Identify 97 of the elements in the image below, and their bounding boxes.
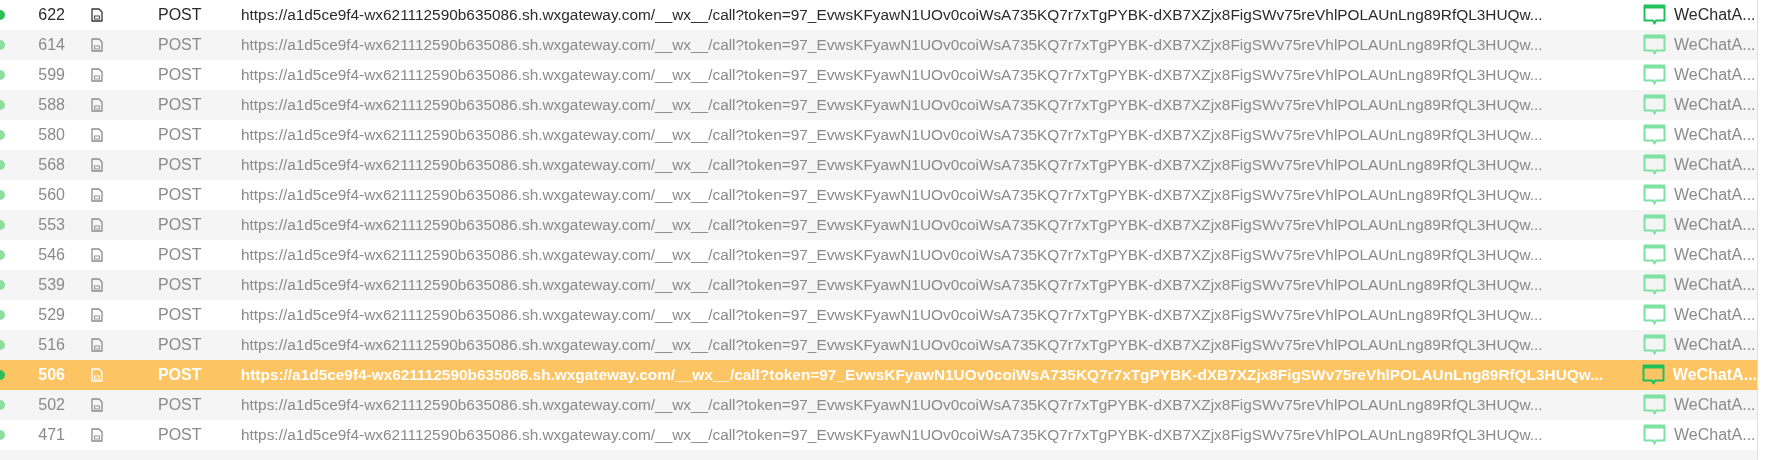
- chat-window-icon: [1643, 244, 1666, 266]
- binary-file-icon: [91, 278, 103, 292]
- chat-window-icon: [1643, 334, 1666, 356]
- request-url: https://a1d5ce9f4-wx621112590b635086.sh.wxgateway.com/__wx__/call?token=97_EvwsKFyawN1UOv0coiWsA735KQ7r7xTgPYBK-dXB7XZjx8FigSWv75reVhlPOLAUnLng89RfQL3HUQw...: [241, 95, 1544, 116]
- request-url: https://a1d5ce9f4-wx621112590b635086.sh.wxgateway.com/__wx__/call?token=97_EvwsKFyawN1UOv0coiWsA735KQ7r7xTgPYBK-dXB7XZjx8FigSWv75reVhlPOLAUnLng89RfQL3HUQw...: [241, 395, 1544, 416]
- binary-file-icon: [91, 158, 103, 172]
- request-method: POST: [158, 275, 203, 295]
- request-method: POST: [158, 425, 203, 445]
- request-row[interactable]: 546 POST https://a1d5ce9f4-wx621112590b635086.sh.wxgateway.com/__wx__/call?token=97_EvwsKFyawN1UOv0coiWsA735KQ7r7xTgPYBK-dXB7XZjx8FigSWv75reVhlPOLAUnLng89RfQL3HUQw... WeChatA...: [0, 240, 1757, 270]
- chat-window-icon: [1643, 394, 1666, 416]
- chat-window-icon: [1643, 64, 1666, 86]
- client-name: WeChatA...: [1674, 35, 1756, 55]
- request-number: 614: [37, 35, 65, 55]
- binary-file-icon: [91, 398, 103, 412]
- request-row[interactable]: 599 POST https://a1d5ce9f4-wx621112590b635086.sh.wxgateway.com/__wx__/call?token=97_EvwsKFyawN1UOv0coiWsA735KQ7r7xTgPYBK-dXB7XZjx8FigSWv75reVhlPOLAUnLng89RfQL3HUQw... WeChatA...: [0, 60, 1757, 90]
- client-name: WeChatA...: [1674, 215, 1756, 235]
- binary-file-icon: [91, 248, 103, 262]
- request-method: POST: [158, 305, 203, 325]
- request-url: https://a1d5ce9f4-wx621112590b635086.sh.wxgateway.com/__wx__/call?token=97_EvwsKFyawN1UOv0coiWsA735KQ7r7xTgPYBK-dXB7XZjx8FigSWv75reVhlPOLAUnLng89RfQL3HUQw...: [241, 5, 1544, 26]
- request-number: 546: [37, 245, 65, 265]
- request-url: https://a1d5ce9f4-wx621112590b635086.sh.wxgateway.com/__wx__/call?token=97_EvwsKFyawN1UOv0coiWsA735KQ7r7xTgPYBK-dXB7XZjx8FigSWv75reVhlPOLAUnLng89RfQL3HUQw...: [241, 65, 1544, 86]
- client-name: WeChatA...: [1674, 65, 1756, 85]
- request-url: https://a1d5ce9f4-wx621112590b635086.sh.wxgateway.com/__wx__/call?token=97_EvwsKFyawN1UOv0coiWsA735KQ7r7xTgPYBK-dXB7XZjx8FigSWv75reVhlPOLAUnLng89RfQL3HUQw...: [241, 335, 1544, 356]
- client-name: WeChatA...: [1674, 335, 1756, 355]
- request-number: 516: [37, 335, 65, 355]
- request-row[interactable]: 471 POST https://a1d5ce9f4-wx621112590b635086.sh.wxgateway.com/__wx__/call?token=97_EvwsKFyawN1UOv0coiWsA735KQ7r7xTgPYBK-dXB7XZjx8FigSWv75reVhlPOLAUnLng89RfQL3HUQw... WeChatA...: [0, 420, 1757, 450]
- request-method: POST: [158, 125, 203, 145]
- request-number: 588: [37, 95, 65, 115]
- chat-window-icon: [1643, 214, 1666, 236]
- binary-file-icon: [91, 128, 103, 142]
- request-number: 502: [37, 395, 65, 415]
- client-name: WeChatA...: [1674, 395, 1756, 415]
- request-method: POST: [158, 95, 203, 115]
- request-number: 568: [37, 155, 65, 175]
- request-method: POST: [158, 5, 203, 25]
- request-row[interactable]: 529 POST https://a1d5ce9f4-wx621112590b635086.sh.wxgateway.com/__wx__/call?token=97_EvwsKFyawN1UOv0coiWsA735KQ7r7xTgPYBK-dXB7XZjx8FigSWv75reVhlPOLAUnLng89RfQL3HUQw... WeChatA...: [0, 300, 1757, 330]
- binary-file-icon: [90, 368, 103, 382]
- request-url: https://a1d5ce9f4-wx621112590b635086.sh.wxgateway.com/__wx__/call?token=97_EvwsKFyawN1UOv0coiWsA735KQ7r7xTgPYBK-dXB7XZjx8FigSWv75reVhlPOLAUnLng89RfQL3HUQw...: [241, 215, 1544, 236]
- request-number: 599: [37, 65, 65, 85]
- chat-window-icon: [1641, 364, 1665, 386]
- request-method: POST: [158, 35, 203, 55]
- client-name: WeChatA...: [1672, 365, 1757, 385]
- binary-file-icon: [91, 338, 103, 352]
- request-method: POST: [158, 155, 203, 175]
- request-url: https://a1d5ce9f4-wx621112590b635086.sh.wxgateway.com/__wx__/call?token=97_EvwsKFyawN1UOv0coiWsA735KQ7r7xTgPYBK-dXB7XZjx8FigSWv75reVhlPOLAUnLng89RfQL3HUQw...: [241, 305, 1544, 326]
- binary-file-icon: [91, 218, 103, 232]
- client-name: WeChatA...: [1674, 245, 1756, 265]
- chat-window-icon: [1643, 304, 1666, 326]
- chat-window-icon: [1643, 4, 1666, 26]
- request-row[interactable]: 622 POST https://a1d5ce9f4-wx621112590b635086.sh.wxgateway.com/__wx__/call?token=97_EvwsKFyawN1UOv0coiWsA735KQ7r7xTgPYBK-dXB7XZjx8FigSWv75reVhlPOLAUnLng89RfQL3HUQw... WeChatA...: [0, 0, 1757, 30]
- request-method: POST: [158, 395, 203, 415]
- request-url: https://a1d5ce9f4-wx621112590b635086.sh.wxgateway.com/__wx__/call?token=97_EvwsKFyawN1UOv0coiWsA735KQ7r7xTgPYBK-dXB7XZjx8FigSWv75reVhlPOLAUnLng89RfQL3HUQw...: [241, 275, 1544, 296]
- chat-window-icon: [1643, 154, 1666, 176]
- request-number: 471: [37, 425, 65, 445]
- binary-file-icon: [91, 428, 103, 442]
- chat-window-icon: [1643, 124, 1666, 146]
- chat-window-icon: [1643, 184, 1666, 206]
- client-name: WeChatA...: [1674, 155, 1756, 175]
- request-row[interactable]: 580 POST https://a1d5ce9f4-wx621112590b635086.sh.wxgateway.com/__wx__/call?token=97_EvwsKFyawN1UOv0coiWsA735KQ7r7xTgPYBK-dXB7XZjx8FigSWv75reVhlPOLAUnLng89RfQL3HUQw... WeChatA...: [0, 120, 1757, 150]
- request-method: POST: [158, 65, 203, 85]
- request-url: https://a1d5ce9f4-wx621112590b635086.sh.wxgateway.com/__wx__/call?token=97_EvwsKFyawN1UOv0coiWsA735KQ7r7xTgPYBK-dXB7XZjx8FigSWv75reVhlPOLAUnLng89RfQL3HUQw...: [241, 185, 1544, 206]
- binary-file-icon: [91, 308, 103, 322]
- chat-window-icon: [1643, 94, 1666, 116]
- request-method: POST: [157, 365, 203, 385]
- request-number: 560: [37, 185, 65, 205]
- request-number: 529: [37, 305, 65, 325]
- request-url: https://a1d5ce9f4-wx621112590b635086.sh.wxgateway.com/__wx__/call?token=97_EvwsKFyawN1UOv0coiWsA735KQ7r7xTgPYBK-dXB7XZjx8FigSWv75reVhlPOLAUnLng89RfQL3HUQw...: [241, 35, 1544, 56]
- binary-file-icon: [91, 188, 103, 202]
- client-name: WeChatA...: [1674, 95, 1756, 115]
- binary-file-icon: [91, 8, 103, 22]
- request-url: https://a1d5ce9f4-wx621112590b635086.sh.wxgateway.com/__wx__/call?token=97_EvwsKFyawN1UOv0coiWsA735KQ7r7xTgPYBK-dXB7XZjx8FigSWv75reVhlPOLAUnLng89RfQL3HUQw...: [241, 425, 1544, 446]
- request-method: POST: [158, 185, 203, 205]
- request-url: https://a1d5ce9f4-wx621112590b635086.sh.wxgateway.com/__wx__/call?token=97_EvwsKFyawN1UOv0coiWsA735KQ7r7xTgPYBK-dXB7XZjx8FigSWv75reVhlPOLAUnLng89RfQL3HUQw...: [241, 125, 1544, 146]
- request-number: 553: [37, 215, 65, 235]
- request-number: 622: [37, 5, 65, 25]
- client-name: WeChatA...: [1674, 425, 1756, 445]
- request-method: POST: [158, 335, 203, 355]
- chat-window-icon: [1643, 424, 1666, 446]
- chat-window-icon: [1643, 274, 1666, 296]
- request-method: POST: [158, 215, 203, 235]
- client-name: WeChatA...: [1674, 305, 1756, 325]
- request-method: POST: [158, 245, 203, 265]
- chat-window-icon: [1643, 34, 1666, 56]
- client-name: WeChatA...: [1674, 125, 1756, 145]
- request-url: https://a1d5ce9f4-wx621112590b635086.sh.wxgateway.com/__wx__/call?token=97_EvwsKFyawN1UOv0coiWsA735KQ7r7xTgPYBK-dXB7XZjx8FigSWv75reVhlPOLAUnLng89RfQL3HUQw...: [241, 245, 1544, 266]
- request-number: 580: [37, 125, 65, 145]
- request-number: 539: [37, 275, 65, 295]
- client-name: WeChatA...: [1674, 5, 1756, 25]
- binary-file-icon: [91, 98, 103, 112]
- request-row[interactable]: 560 POST https://a1d5ce9f4-wx621112590b635086.sh.wxgateway.com/__wx__/call?token=97_EvwsKFyawN1UOv0coiWsA735KQ7r7xTgPYBK-dXB7XZjx8FigSWv75reVhlPOLAUnLng89RfQL3HUQw... WeChatA...: [0, 180, 1757, 210]
- request-url: https://a1d5ce9f4-wx621112590b635086.sh.wxgateway.com/__wx__/call?token=97_EvwsKFyawN1UOv0coiWsA735KQ7r7xTgPYBK-dXB7XZjx8FigSWv75reVhlPOLAUnLng89RfQL3HUQw...: [241, 155, 1544, 176]
- client-name: WeChatA...: [1674, 275, 1756, 295]
- request-number: 506: [37, 365, 65, 385]
- binary-file-icon: [91, 38, 103, 52]
- binary-file-icon: [91, 68, 103, 82]
- request-url: https://a1d5ce9f4-wx621112590b635086.sh.wxgateway.com/__wx__/call?token=97_EvwsKFyawN1UOv0coiWsA735KQ7r7xTgPYBK-dXB7XZjx8FigSWv75reVhlPOLAUnLng89RfQL3HUQw...: [240, 365, 1604, 386]
- client-name: WeChatA...: [1674, 185, 1756, 205]
